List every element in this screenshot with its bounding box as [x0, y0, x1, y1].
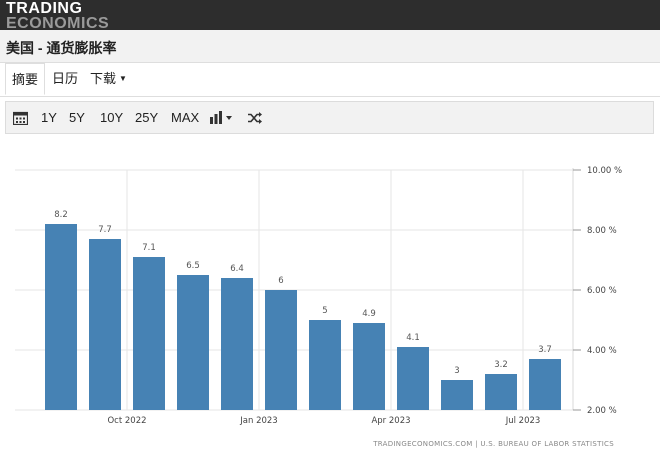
bar[interactable]	[221, 278, 253, 410]
trading-economics-logo[interactable]: TRADING ECONOMICS	[6, 0, 109, 32]
bar[interactable]	[353, 323, 385, 410]
bar-value-label: 5	[322, 306, 327, 316]
range-25y-button[interactable]: 25Y	[135, 102, 158, 133]
title-bar: 美国 - 通货膨胀率	[0, 30, 660, 63]
shuffle-icon	[248, 112, 262, 124]
tab-calendar-label: 日历	[52, 71, 79, 86]
bar-value-label: 6	[278, 276, 283, 286]
chart-type-button[interactable]	[210, 102, 234, 133]
bar[interactable]	[309, 320, 341, 410]
x-tick-label: Apr 2023	[371, 416, 410, 426]
tab-download[interactable]: 下载 ▼	[90, 63, 127, 95]
y-tick-label: 8.00 %	[587, 226, 617, 236]
range-5y-button[interactable]: 5Y	[69, 102, 85, 133]
x-tick-label: Oct 2022	[107, 416, 146, 426]
bar[interactable]	[529, 359, 561, 410]
tab-calendar[interactable]: 日历	[52, 63, 78, 95]
shuffle-button[interactable]	[248, 102, 262, 133]
bar-value-label: 3.7	[538, 345, 552, 355]
bar[interactable]	[177, 275, 209, 410]
bar[interactable]	[133, 257, 165, 410]
bar-value-label: 6.4	[230, 264, 244, 274]
inflation-bar-chart: 8.2 7.7 7.1 6.5 6.4 6 5 4.9 4.1 3 3.2 3.7 10.00 % 8.…	[15, 166, 622, 448]
bar[interactable]	[265, 290, 297, 410]
bar-chart-icon	[210, 111, 232, 124]
x-tick-label: Jan 2023	[239, 416, 277, 426]
bar[interactable]	[397, 347, 429, 410]
tab-download-label: 下载	[90, 71, 117, 86]
chart-toolbar: 1Y 5Y 10Y 25Y MAX	[5, 101, 654, 134]
chart-area: 8.2 7.7 7.1 6.5 6.4 6 5 4.9 4.1 3 3.2 3.7 10.00 % 8.…	[5, 137, 654, 455]
chart-value-labels: 8.2 7.7 7.1 6.5 6.4 6 5 4.9 4.1 3 3.2 3.7	[54, 210, 552, 376]
chevron-down-icon	[226, 116, 232, 120]
chevron-down-icon: ▼	[119, 74, 127, 83]
page-title: 美国 - 通货膨胀率	[6, 40, 117, 56]
tab-bar: 摘要 日历 下载 ▼	[0, 63, 660, 97]
x-tick-label: Jul 2023	[505, 416, 541, 426]
bar-value-label: 6.5	[186, 261, 200, 271]
bar-value-label: 3.2	[494, 360, 508, 370]
bar-value-label: 7.7	[98, 225, 112, 235]
y-tick-label: 2.00 %	[587, 406, 617, 416]
y-tick-label: 6.00 %	[587, 286, 617, 296]
bar-value-label: 7.1	[142, 243, 156, 253]
bar[interactable]	[485, 374, 517, 410]
y-tick-label: 10.00 %	[587, 166, 622, 176]
bar[interactable]	[89, 239, 121, 410]
y-tick-label: 4.00 %	[587, 346, 617, 356]
range-10y-button[interactable]: 10Y	[100, 102, 123, 133]
chart-bars	[45, 224, 561, 410]
tab-summary[interactable]: 摘要	[5, 63, 46, 95]
bar[interactable]	[45, 224, 77, 410]
bar[interactable]	[441, 380, 473, 410]
range-max-button[interactable]: MAX	[171, 102, 199, 133]
bar-value-label: 4.1	[406, 333, 420, 343]
chart-source: TRADINGECONOMICS.COM | U.S. BUREAU OF LA…	[372, 440, 614, 448]
calendar-icon[interactable]	[12, 102, 29, 133]
bar-value-label: 8.2	[54, 210, 68, 220]
range-1y-button[interactable]: 1Y	[41, 102, 57, 133]
top-header-bar: TRADING ECONOMICS	[0, 0, 660, 32]
bar-value-label: 4.9	[362, 309, 376, 319]
tab-summary-label: 摘要	[12, 72, 39, 87]
bar-value-label: 3	[454, 366, 459, 376]
